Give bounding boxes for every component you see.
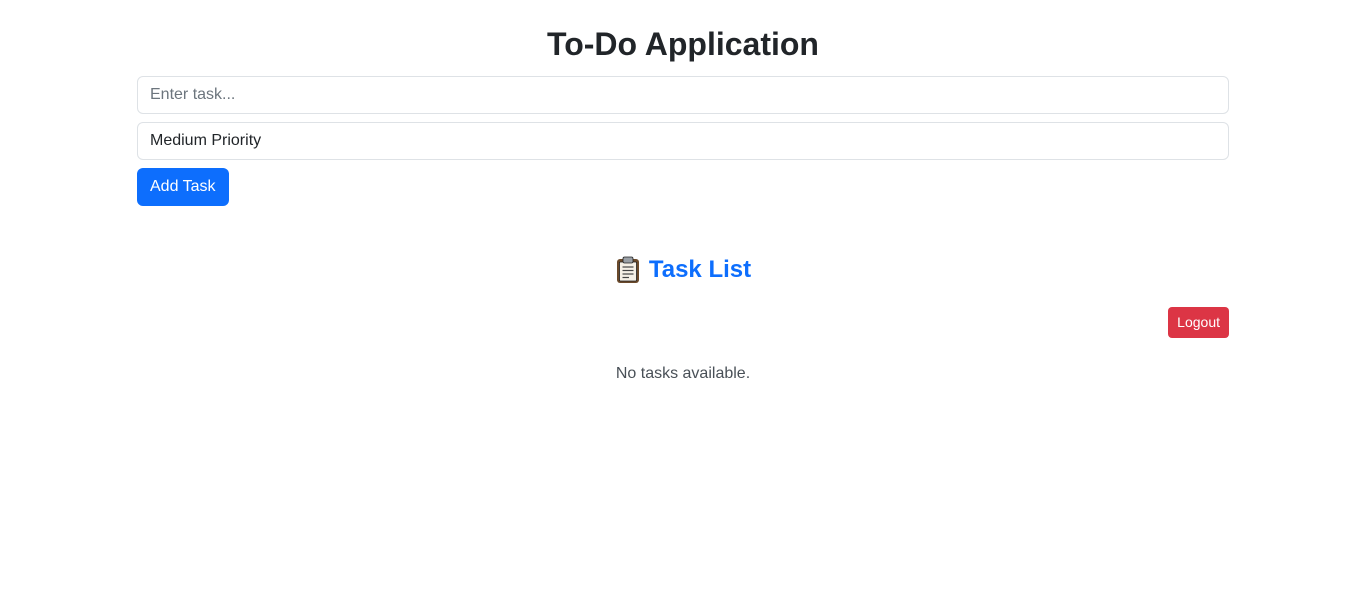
page-title: To-Do Application [547,26,819,62]
logout-button[interactable]: Logout [1168,307,1229,338]
priority-select-value: Medium Priority [150,132,262,149]
logout-row: Logout [137,307,1229,338]
task-list-heading: Task List [137,252,1229,288]
app-container: To-Do Application Medium Priority Add Ta… [137,0,1229,383]
clipboard-icon [615,256,641,284]
add-task-button[interactable]: Add Task [137,168,229,206]
task-input[interactable] [137,76,1229,114]
empty-tasks-message: No tasks available. [615,365,751,382]
task-list-title: Task List [648,256,752,283]
priority-select[interactable]: Medium Priority [137,122,1229,160]
